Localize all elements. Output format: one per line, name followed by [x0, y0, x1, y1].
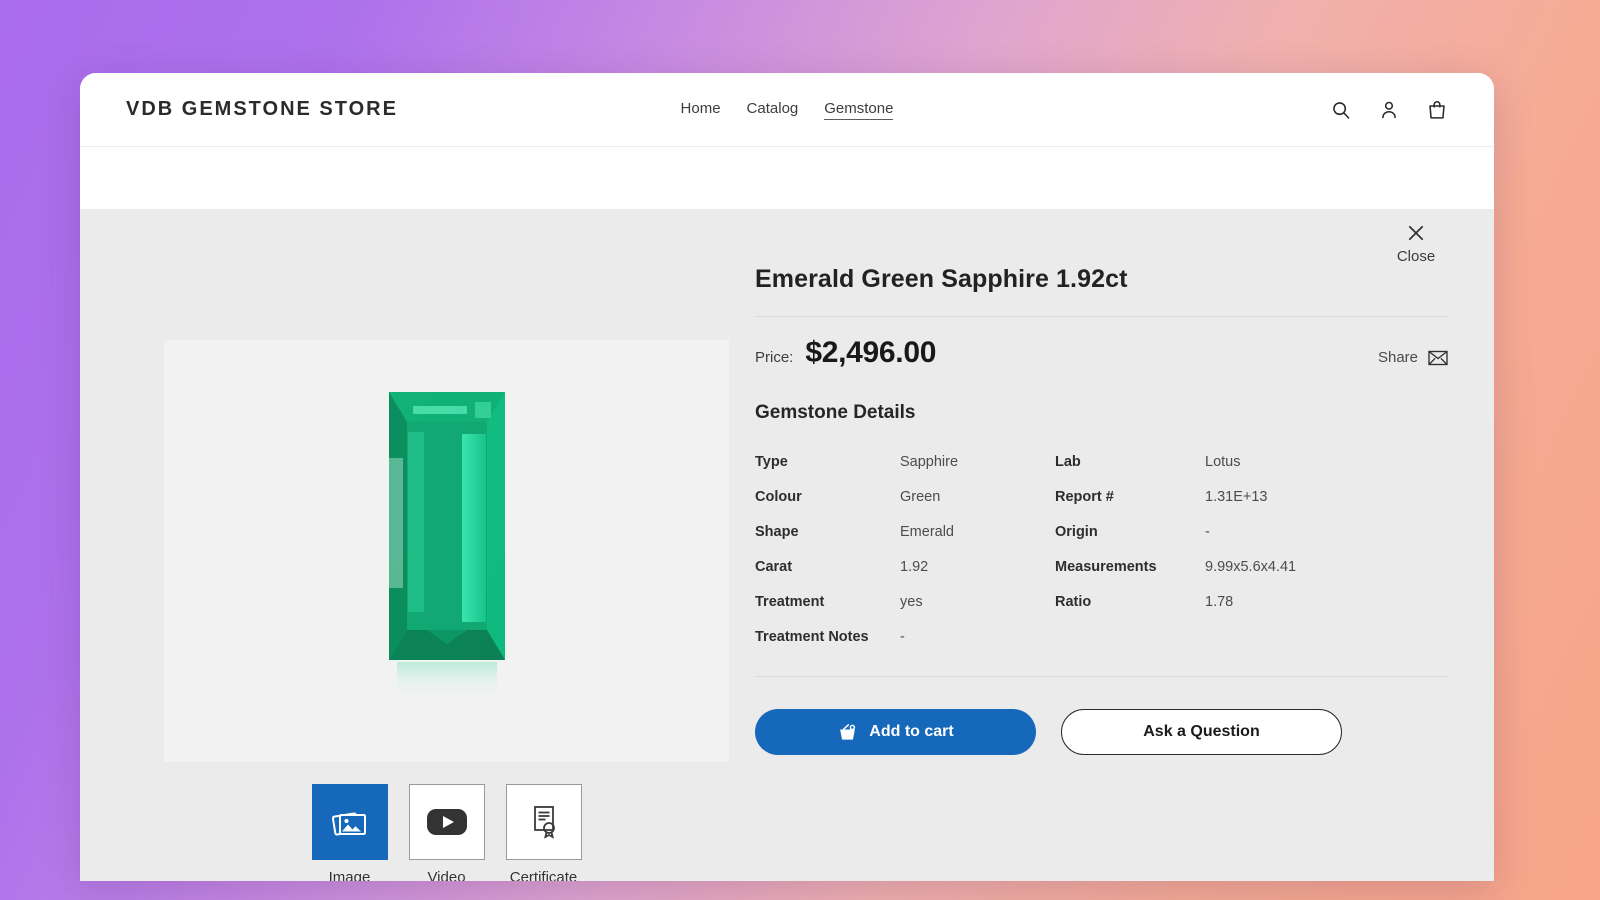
spec-grid: Type Sapphire Lab Lotus Colour Green Rep…: [755, 444, 1448, 654]
spec-key-ratio: Ratio: [1055, 593, 1092, 610]
thumbnail-certificate-box: [505, 784, 582, 860]
play-icon: [426, 809, 467, 835]
thumbnail-image[interactable]: Image: [311, 784, 388, 881]
hero-image-frame[interactable]: [164, 340, 729, 762]
certificate-icon: [533, 806, 555, 839]
spec-value-report: 1.31E+13: [1205, 488, 1268, 505]
photos-icon: [331, 812, 366, 836]
spec-key-measurements: Measurements: [1055, 558, 1157, 575]
spec-key-empty: [1055, 619, 1205, 654]
spec-key-lab: Lab: [1055, 453, 1081, 470]
nav-item-catalog[interactable]: Catalog: [747, 100, 799, 120]
spec-key-carat: Carat: [755, 558, 793, 575]
details-heading: Gemstone Details: [755, 402, 916, 423]
thumbnail-list: Image Video Certificate: [164, 784, 729, 881]
brand-logo[interactable]: VDB GEMSTONE STORE: [126, 98, 398, 121]
envelope-icon: [1428, 350, 1448, 365]
product-info: Emerald Green Sapphire 1.92ct Price: $2,…: [736, 209, 1448, 881]
spec-value-treatment-notes: -: [900, 628, 905, 645]
thumbnail-video[interactable]: Video: [408, 784, 485, 881]
nav-item-gemstone[interactable]: Gemstone: [824, 100, 894, 120]
site-card: VDB GEMSTONE STORE Home Catalog Gemstone: [80, 73, 1494, 881]
thumbnail-image-label: Image: [328, 869, 371, 881]
add-to-cart-button[interactable]: Add to cart: [755, 709, 1036, 755]
spec-value-measurements: 9.99x5.6x4.41: [1205, 558, 1297, 575]
spec-key-treatment-notes: Treatment Notes: [755, 628, 869, 645]
quickview-panel: Close Image Video Certificate Emerald Gr…: [80, 209, 1494, 881]
price-value: $2,496.00: [805, 336, 937, 369]
spec-value-colour: Green: [900, 488, 941, 505]
thumbnail-certificate[interactable]: Certificate: [505, 784, 582, 881]
spec-value-carat: 1.92: [900, 558, 929, 575]
spec-value-treatment: yes: [900, 593, 923, 610]
add-to-cart-label: Add to cart: [869, 723, 954, 740]
share-button[interactable]: Share: [1378, 349, 1448, 366]
account-icon[interactable]: [1378, 99, 1400, 121]
spec-key-shape: Shape: [755, 523, 799, 540]
spec-value-lab: Lotus: [1205, 453, 1241, 470]
thumbnail-video-box: [408, 784, 485, 860]
spec-key-type: Type: [755, 453, 788, 470]
spec-value-type: Sapphire: [900, 453, 959, 470]
product-gallery: Image Video Certificate: [126, 209, 736, 881]
spec-key-origin: Origin: [1055, 523, 1098, 540]
thumbnail-image-box: [311, 784, 388, 860]
cart-icon[interactable]: [1426, 99, 1448, 121]
price-row: Price: $2,496.00 Share: [755, 317, 1448, 390]
close-button[interactable]: Close: [1384, 223, 1448, 265]
spec-key-colour: Colour: [755, 488, 802, 505]
spec-key-treatment: Treatment: [755, 593, 825, 610]
header-icon-group: [1330, 99, 1448, 121]
price-label: Price:: [755, 349, 794, 366]
gemstone-graphic: [388, 391, 505, 696]
spec-value-ratio: 1.78: [1205, 593, 1234, 610]
gemstone-image: [383, 388, 511, 698]
action-buttons: Add to cart Ask a Question: [755, 677, 1448, 755]
spec-key-report: Report #: [1055, 488, 1114, 505]
thumbnail-video-label: Video: [427, 869, 466, 881]
ask-question-label: Ask a Question: [1143, 723, 1260, 740]
ask-question-button[interactable]: Ask a Question: [1061, 709, 1342, 755]
site-header: VDB GEMSTONE STORE Home Catalog Gemstone: [80, 73, 1494, 147]
product-title: Emerald Green Sapphire 1.92ct: [755, 265, 1128, 293]
spec-value-empty: [1205, 619, 1448, 654]
close-label: Close: [1396, 248, 1436, 265]
nav-item-home[interactable]: Home: [681, 100, 721, 120]
secondary-bar: [80, 147, 1494, 209]
basket-icon: [840, 723, 856, 740]
close-icon: [1408, 225, 1424, 241]
spec-value-shape: Emerald: [900, 523, 954, 540]
spec-value-origin: -: [1205, 523, 1210, 540]
thumbnail-certificate-label: Certificate: [509, 869, 578, 881]
share-label: Share: [1377, 349, 1418, 366]
search-icon[interactable]: [1330, 99, 1352, 121]
